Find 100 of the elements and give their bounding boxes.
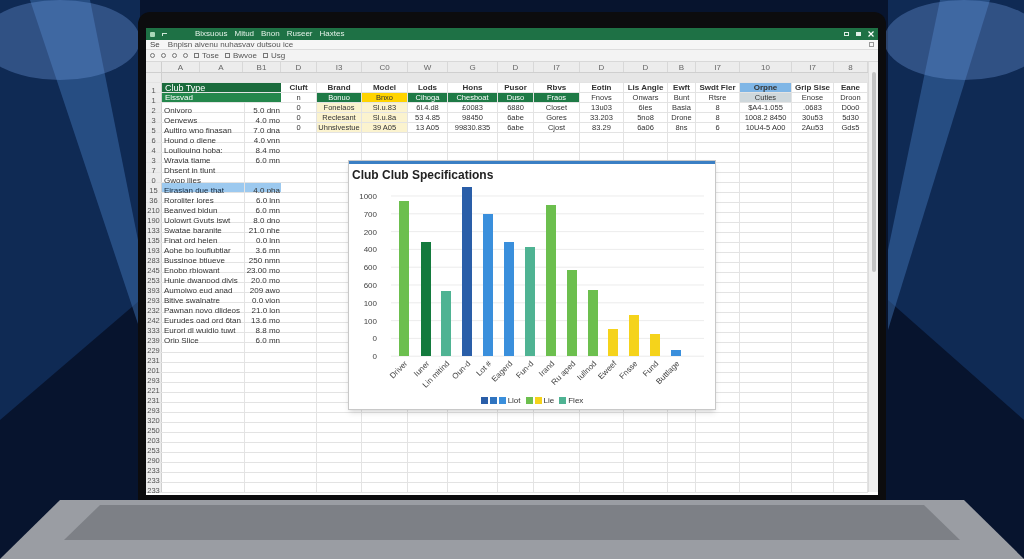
table-cell: Dhsent in tlunt — [164, 166, 216, 175]
table-cell: Aohe bo louflubtiar — [164, 246, 231, 255]
table-cell: 209 awo — [249, 286, 280, 295]
close-icon[interactable] — [868, 31, 874, 37]
table-cell-text: Ewft — [672, 83, 691, 92]
table-cell-text: Rbvs — [545, 83, 568, 92]
table-cell: Hunie dwanpod divis — [164, 276, 238, 285]
tool-icon[interactable] — [262, 53, 268, 58]
scrollbar[interactable] — [868, 62, 878, 492]
table-cell-text: Brand — [326, 83, 352, 92]
table-cell: 6.0 mn — [255, 156, 280, 165]
toolbar-button[interactable]: Tose — [202, 49, 219, 62]
axis-label: 1000 — [359, 192, 377, 201]
restore-icon[interactable] — [844, 32, 849, 36]
ribbon-tab[interactable]: Haxtes — [319, 28, 345, 40]
axis-label: 0 — [372, 352, 377, 362]
table-cell-text: Swdt Fler — [698, 83, 737, 92]
table-cell: Bussinoe btiueve — [164, 256, 225, 265]
column-header[interactable]: C0 — [362, 62, 408, 72]
legend-label: Flex — [568, 396, 584, 405]
column-header[interactable]: A — [162, 62, 200, 72]
table-cell: Finat ord heien — [164, 236, 218, 245]
table-cell: Eurorl dl wuidio tuwt — [164, 326, 236, 335]
formula-text: Bnpisn aivenu nuhasvav dutsou ice — [167, 39, 294, 50]
table-cell: 4.0 vnn — [253, 136, 280, 145]
column-header[interactable]: I3 — [317, 62, 362, 72]
table-cell: Wravia tiame — [164, 156, 211, 165]
table-cell: Orpne — [740, 83, 791, 92]
column-header[interactable]: I7 — [534, 62, 580, 72]
bar — [588, 290, 598, 356]
column-header[interactable]: B — [668, 62, 696, 72]
column-header[interactable]: I7 — [696, 62, 740, 72]
column-header[interactable]: 10 — [740, 62, 792, 72]
table-cell: 8.0 dno — [253, 216, 280, 225]
table-cell: 13.6 mo — [251, 316, 280, 325]
table-cell: Club Type — [162, 83, 281, 92]
table-cell: Aumoiwo eud anad — [164, 286, 233, 295]
column-header[interactable]: D — [624, 62, 668, 72]
bar — [629, 315, 639, 356]
table-cell: Oniyoro — [164, 106, 192, 115]
column-header[interactable]: W — [408, 62, 448, 72]
table-cell-text: Eane — [839, 83, 862, 92]
table-cell: 20.0 mo — [251, 276, 280, 285]
table-cell: 5.0 dnn — [253, 106, 280, 115]
table-cell: 6.0 mn — [255, 206, 280, 215]
table-cell: 8.8 mo — [255, 326, 280, 335]
table-cell: Beanved bidun — [164, 206, 218, 215]
table-cell: 6.0 lnn — [255, 196, 280, 205]
table-cell: 4.0 mo — [255, 116, 280, 125]
table-cell-text: Lods — [416, 83, 439, 92]
axis-label: 0 — [372, 334, 377, 344]
legend-label: Llot — [507, 396, 521, 405]
tool-icon[interactable] — [224, 53, 230, 58]
table-cell-text: Eotin — [590, 83, 613, 92]
table-cell-text: Cluft — [288, 83, 309, 92]
axis-label: 600 — [363, 281, 377, 290]
table-cell: Swatae baranite — [164, 226, 222, 235]
axis-label: 100 — [363, 298, 377, 308]
table-cell: 0.0 lnn — [255, 236, 280, 245]
bar — [608, 329, 618, 356]
ribbon-tab[interactable]: Bnon — [261, 28, 280, 40]
axis-label: 600 — [363, 263, 377, 273]
column-header[interactable]: I7 — [792, 62, 834, 72]
column-header[interactable]: D — [498, 62, 534, 72]
bar — [671, 350, 681, 356]
table-cell: Enobp rbjowant — [164, 266, 220, 275]
cell-name: Se — [150, 39, 160, 50]
table-cell: Elssvad — [162, 93, 281, 102]
column-header[interactable]: B1 — [243, 62, 281, 72]
table-cell: 3.6 mn — [255, 246, 280, 255]
table-cell-text: Grip Sise — [793, 83, 832, 92]
table-cell-text: Model — [371, 83, 398, 92]
bar — [650, 334, 660, 356]
table-cell-text: Hons — [461, 83, 484, 92]
ribbon-tab[interactable]: Mitud — [234, 28, 255, 40]
table-cell: Louliouing hoba: — [164, 146, 223, 155]
window-icon[interactable] — [869, 42, 874, 47]
toolbar-button[interactable]: Usg — [270, 49, 286, 62]
app-icon — [150, 31, 155, 37]
ribbon-tab[interactable]: Bixsuous — [195, 28, 228, 40]
ribbon-tab[interactable]: Ruseer — [286, 28, 313, 40]
tool-icon[interactable] — [194, 53, 199, 58]
column-header[interactable]: D — [281, 62, 317, 72]
table-cell: 21.0 nhe — [248, 226, 280, 235]
undo-icon — [162, 32, 167, 36]
column-header[interactable]: A — [200, 62, 243, 72]
table-cell: Roroliter lores — [164, 196, 214, 205]
table-cell: Eurudes oad ord 6tan — [164, 316, 241, 325]
column-header[interactable]: D — [580, 62, 624, 72]
chart-title: Club Club Specifications — [352, 168, 494, 182]
table-cell: Hound o diene — [164, 136, 217, 145]
table-cell: Bitive swalnatre — [164, 296, 221, 305]
table-cell: 8.4 mo — [255, 146, 280, 155]
column-header[interactable]: G — [448, 62, 498, 72]
axis-label: 700 — [363, 209, 377, 219]
toolbar-button[interactable]: Bwvoe — [232, 49, 257, 62]
table-cell-text: Lis Angle — [626, 83, 665, 92]
table-cell: 250 nmn — [248, 256, 280, 265]
table-cell: 21.0 lon — [251, 306, 280, 315]
table-cell-text: Pusor — [503, 83, 528, 92]
